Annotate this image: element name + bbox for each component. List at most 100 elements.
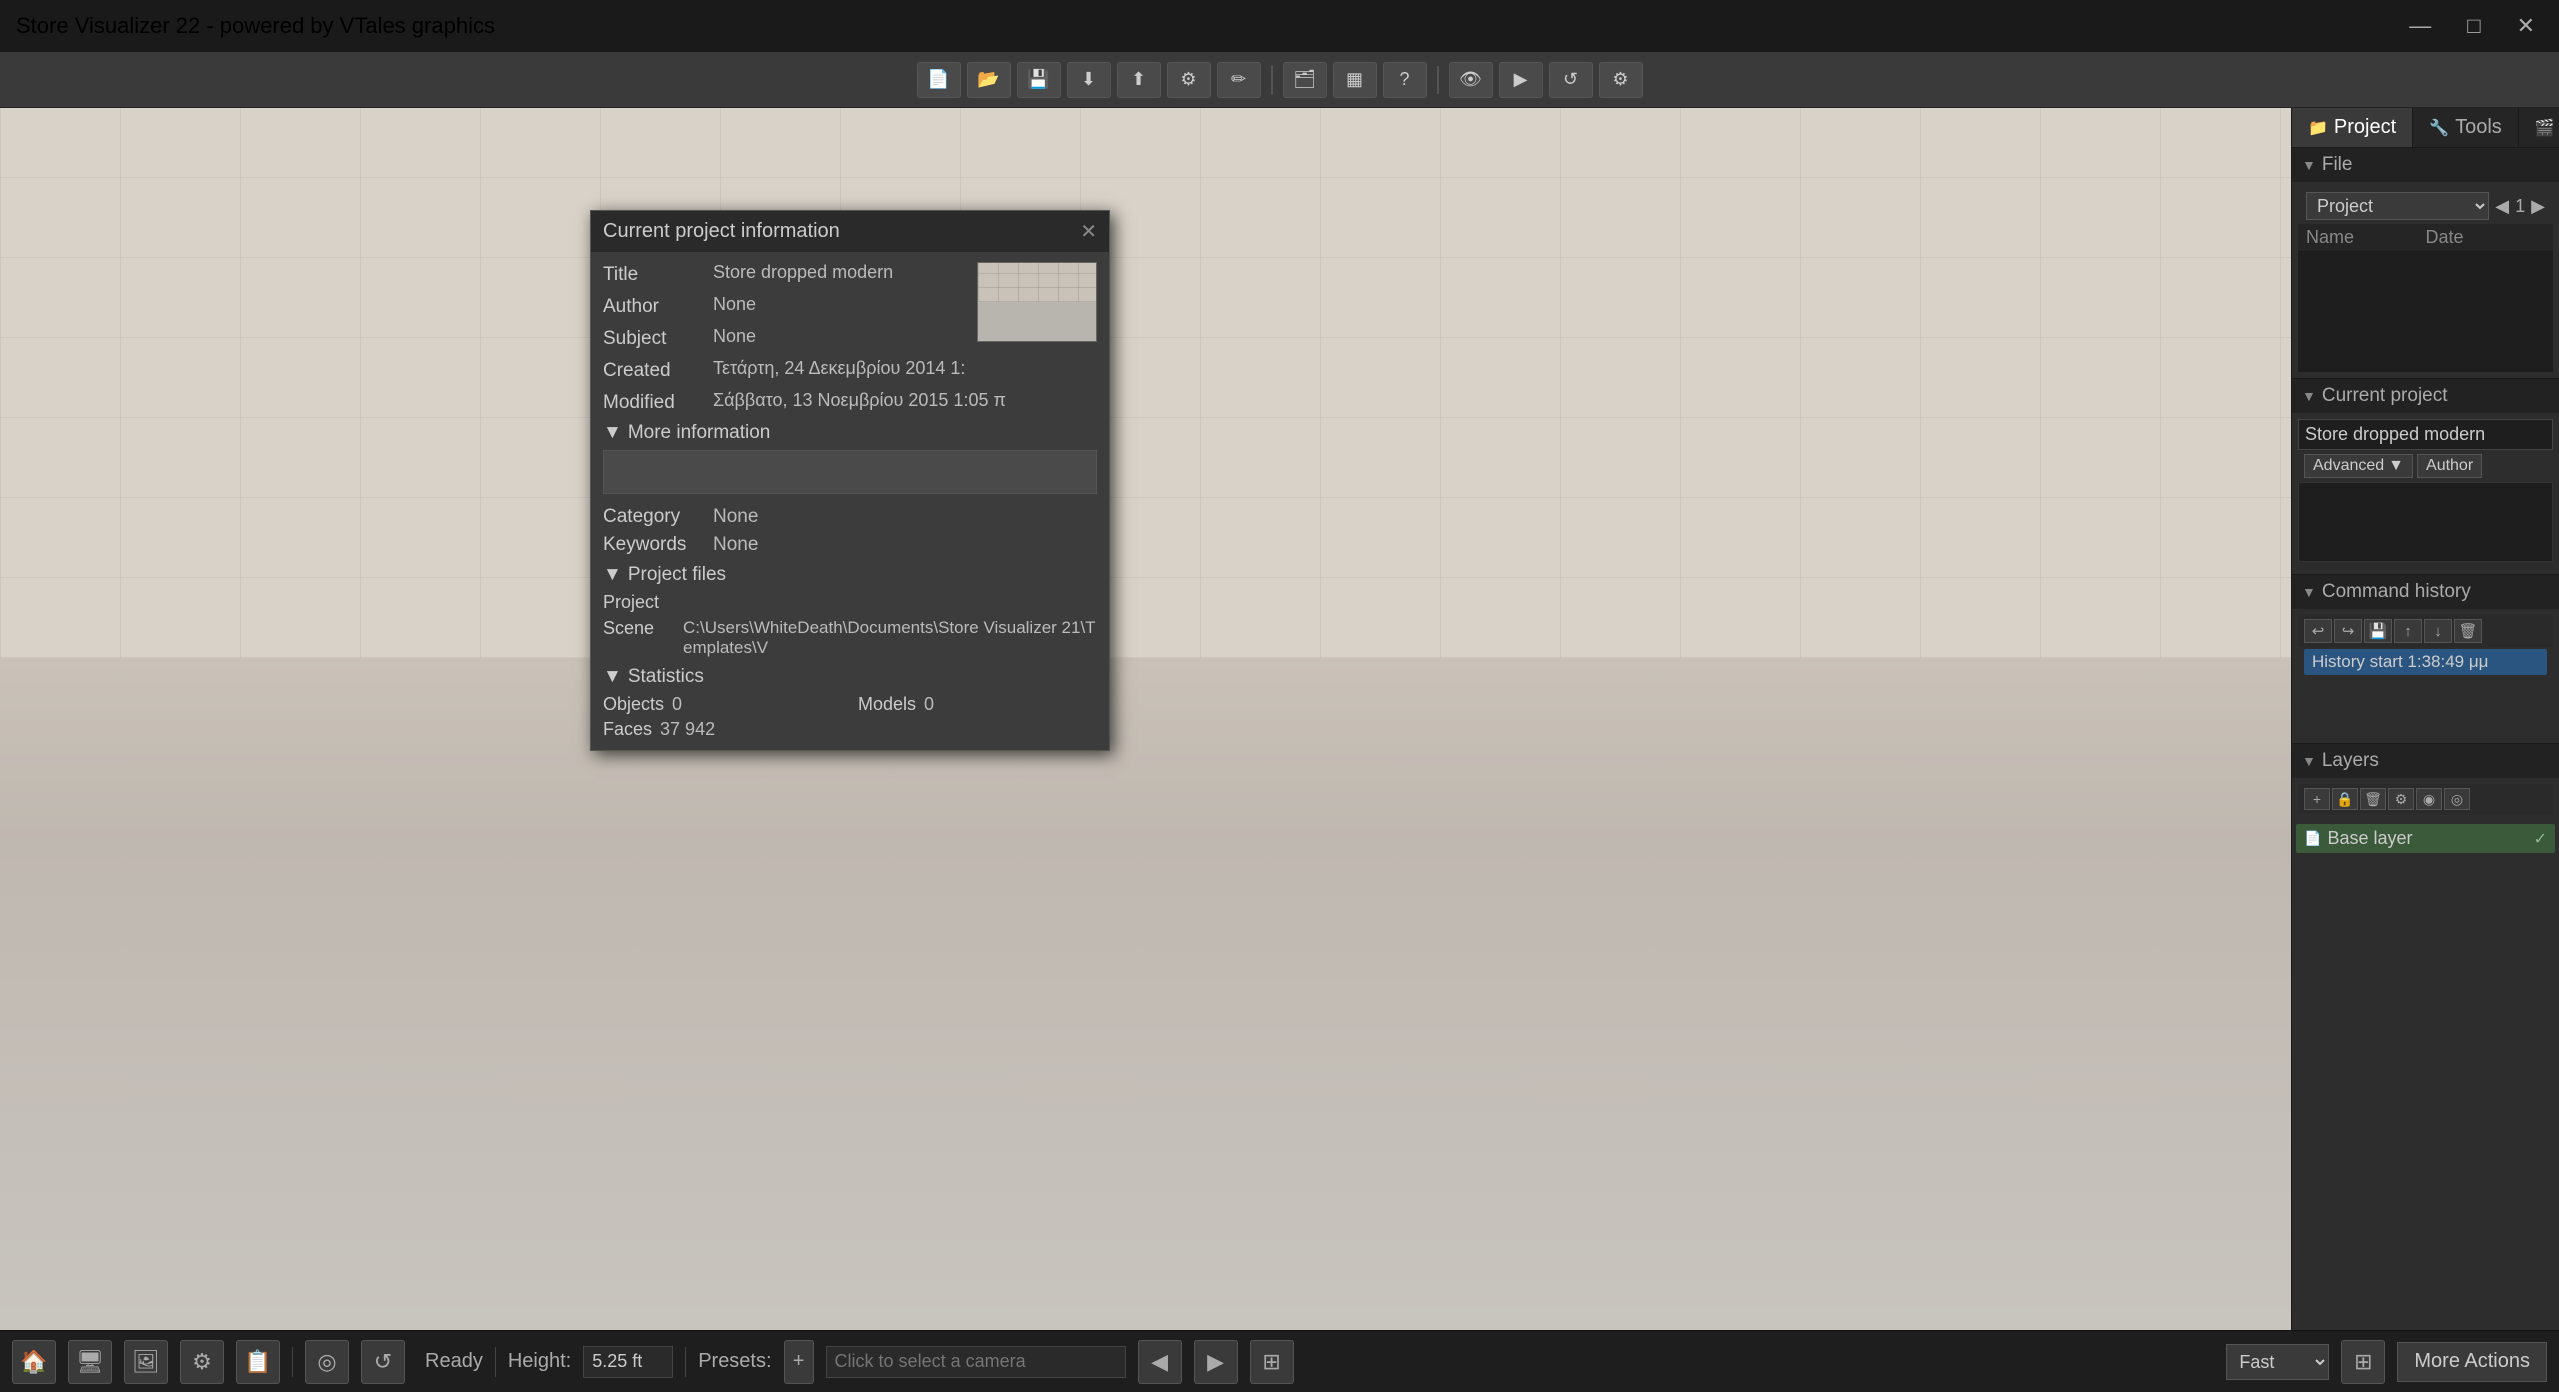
dialog-row-author: Author None xyxy=(603,294,969,318)
dialog-close-button[interactable]: ✕ xyxy=(1080,219,1097,244)
grid-button[interactable]: ▦ xyxy=(1333,62,1377,98)
keywords-value: None xyxy=(713,534,758,556)
tab-scene[interactable]: 🎬 Scene xyxy=(2519,108,2559,147)
layers-header[interactable]: ▼ Layers xyxy=(2292,744,2559,778)
camera-grid-button[interactable]: ⊞ xyxy=(1250,1340,1294,1384)
proj-files-arrow: ▼ xyxy=(603,564,622,586)
project-dropdown[interactable]: Project xyxy=(2306,192,2489,220)
modified-label: Modified xyxy=(603,390,713,414)
open-button[interactable]: 📂 xyxy=(967,62,1011,98)
minimize-button[interactable]: — xyxy=(2401,11,2439,41)
faces-value: 37 942 xyxy=(660,719,715,740)
file-section-content: Project ◀ 1 ▶ Name Date xyxy=(2292,182,2559,378)
proj-project-label: Project xyxy=(603,592,683,613)
faces-label: Faces xyxy=(603,719,652,740)
proj-file-project-row: Project xyxy=(603,592,1097,613)
import-button[interactable]: ⬇ xyxy=(1067,62,1111,98)
status-icon-5[interactable]: 📋 xyxy=(236,1340,280,1384)
keywords-row: Keywords None xyxy=(603,534,1097,556)
view-button[interactable]: 👁 xyxy=(1449,62,1493,98)
command-history-header[interactable]: ▼ Command history xyxy=(2292,575,2559,609)
tab-tools[interactable]: 🔧 Tools xyxy=(2413,108,2519,147)
new-button[interactable]: 📄 xyxy=(917,62,961,98)
delete-layer-button[interactable]: 🗑 xyxy=(2360,788,2386,810)
command-history-section: ▼ Command history ↩ ↪ 💾 ↑ ↓ 🗑 History st… xyxy=(2292,575,2559,744)
settings1-button[interactable]: ⚙ xyxy=(1167,62,1211,98)
stats-header[interactable]: ▼ Statistics xyxy=(603,666,1097,688)
project-controls: Advanced ▼ Author xyxy=(2298,450,2553,482)
layer-file-icon: 📄 xyxy=(2304,830,2321,847)
camera-next-button[interactable]: ▶ xyxy=(1194,1340,1238,1384)
file-section-header[interactable]: ▼ File xyxy=(2292,148,2559,182)
col-name: Name xyxy=(2306,227,2426,248)
file-table-header: Name Date xyxy=(2298,224,2553,252)
proj-scene-label: Scene xyxy=(603,618,683,639)
refresh-button[interactable]: ↺ xyxy=(1549,62,1593,98)
hide-layer-button[interactable]: ◎ xyxy=(2444,788,2470,810)
status-icon-1[interactable]: 🏠 xyxy=(12,1340,56,1384)
settings-layer-button[interactable]: ⚙ xyxy=(2388,788,2414,810)
layer-item[interactable]: 📄 Base layer ✓ xyxy=(2296,824,2555,853)
current-project-header[interactable]: ▼ Current project xyxy=(2292,379,2559,413)
folder-button[interactable]: 🗂 xyxy=(1283,62,1327,98)
status-icon-2[interactable]: 🖥 xyxy=(68,1340,112,1384)
more-actions-button[interactable]: More Actions xyxy=(2397,1342,2547,1382)
lock-layer-button[interactable]: 🔒 xyxy=(2332,788,2358,810)
history-start-entry: History start 1:38:49 μμ xyxy=(2304,649,2547,675)
stats-grid: Objects 0 Models 0 Faces 37 942 xyxy=(603,694,1097,740)
nav-btn-next[interactable]: ▶ xyxy=(2531,196,2545,217)
play-button[interactable]: ▶ xyxy=(1499,62,1543,98)
grid-view-button[interactable]: ⊞ xyxy=(2341,1340,2385,1384)
redo-button[interactable]: ↪ xyxy=(2334,619,2362,643)
visible-layer-button[interactable]: ◉ xyxy=(2416,788,2442,810)
advanced-arrow-icon: ▼ xyxy=(2388,457,2404,475)
main-viewport[interactable] xyxy=(0,108,2291,1330)
history-arrow-icon: ▼ xyxy=(2302,584,2316,600)
tab-project[interactable]: 📁 Project xyxy=(2292,108,2413,147)
status-icon-4[interactable]: ⚙ xyxy=(180,1340,224,1384)
add-layer-button[interactable]: + xyxy=(2304,788,2330,810)
status-refresh-icon[interactable]: ↺ xyxy=(361,1340,405,1384)
models-value: 0 xyxy=(924,694,934,715)
proj-file-scene-row: Scene C:\Users\WhiteDeath\Documents\Stor… xyxy=(603,618,1097,658)
more-info-textarea[interactable] xyxy=(603,450,1097,494)
category-value: None xyxy=(713,506,758,528)
dialog-row-subject: Subject None xyxy=(603,326,969,350)
history-down-button[interactable]: ↓ xyxy=(2424,619,2452,643)
status-icon-3[interactable]: 🖼 xyxy=(124,1340,168,1384)
close-button[interactable]: ✕ xyxy=(2509,11,2543,41)
gear-button[interactable]: ⚙ xyxy=(1599,62,1643,98)
height-input[interactable] xyxy=(583,1346,673,1378)
scene-icon: 🎬 xyxy=(2535,118,2555,138)
help-button[interactable]: ? xyxy=(1383,62,1427,98)
advanced-button[interactable]: Advanced ▼ xyxy=(2304,454,2413,478)
project-icon: 📁 xyxy=(2308,118,2328,138)
project-name-input[interactable] xyxy=(2298,419,2553,450)
edit-button[interactable]: ✏ xyxy=(1217,62,1261,98)
save-history-button[interactable]: 💾 xyxy=(2364,619,2392,643)
thumb-ceiling xyxy=(978,263,1096,302)
maximize-button[interactable]: □ xyxy=(2459,11,2488,41)
layers-controls: + 🔒 🗑 ⚙ ◉ ◎ xyxy=(2298,784,2553,814)
dialog-row-created: Created Τετάρτη, 24 Δεκεμβρίου 2014 1: xyxy=(603,358,1097,382)
project-files-header[interactable]: ▼ Project files xyxy=(603,564,1097,586)
clear-history-button[interactable]: 🗑 xyxy=(2454,619,2482,643)
camera-input[interactable] xyxy=(826,1346,1126,1378)
nav-btn-prev[interactable]: ◀ xyxy=(2495,196,2509,217)
statistics-section: ▼ Statistics Objects 0 Models 0 Faces 37… xyxy=(603,666,1097,740)
save-button[interactable]: 💾 xyxy=(1017,62,1061,98)
tab-project-label: Project xyxy=(2334,116,2396,139)
more-info-header[interactable]: ▼ More information xyxy=(603,422,1097,444)
undo-button[interactable]: ↩ xyxy=(2304,619,2332,643)
title-label: Title xyxy=(603,262,713,286)
speed-dropdown[interactable]: Fast Medium Slow xyxy=(2226,1344,2329,1380)
project-textarea[interactable] xyxy=(2298,482,2553,562)
layer-check-icon: ✓ xyxy=(2534,829,2547,849)
main-toolbar: 📄 📂 💾 ⬇ ⬆ ⚙ ✏ 🗂 ▦ ? 👁 ▶ ↺ ⚙ xyxy=(0,52,2559,108)
add-preset-button[interactable]: + xyxy=(784,1340,814,1384)
author-button[interactable]: Author xyxy=(2417,454,2482,478)
camera-prev-button[interactable]: ◀ xyxy=(1138,1340,1182,1384)
history-up-button[interactable]: ↑ xyxy=(2394,619,2422,643)
export-button[interactable]: ⬆ xyxy=(1117,62,1161,98)
status-orbit-icon[interactable]: ◎ xyxy=(305,1340,349,1384)
